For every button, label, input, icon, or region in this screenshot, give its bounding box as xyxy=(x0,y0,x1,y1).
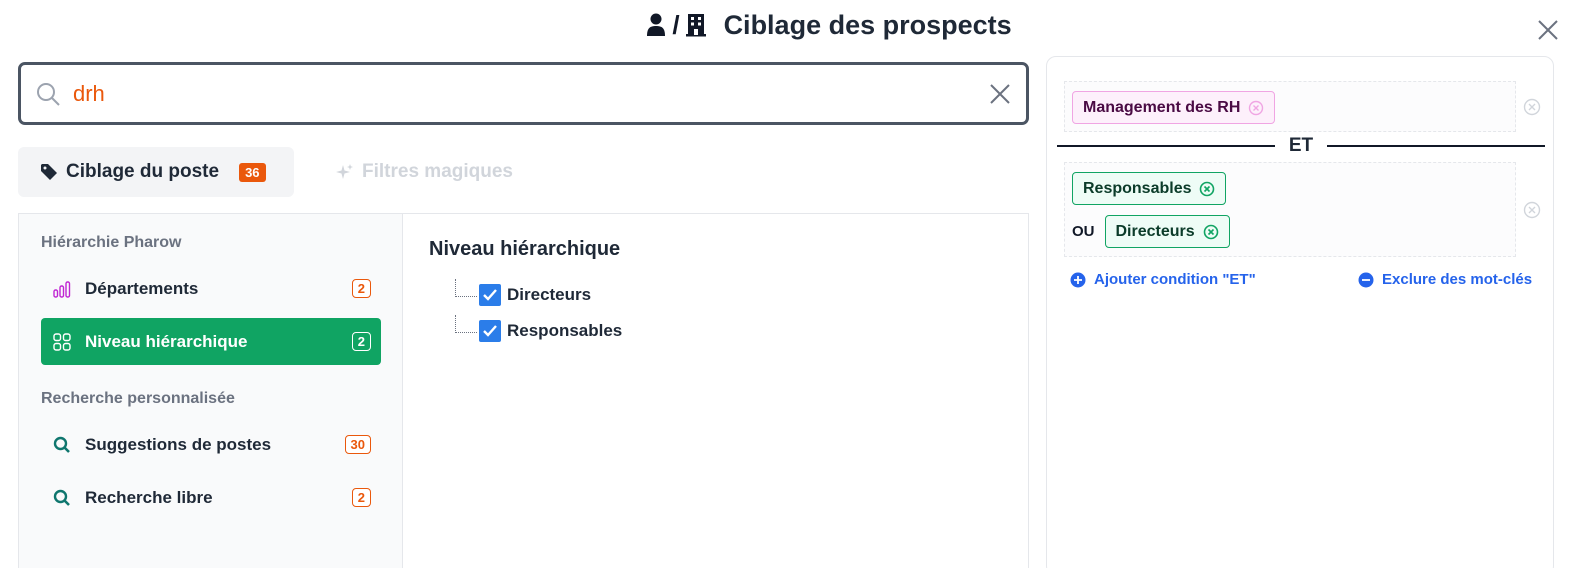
bar-chart-icon xyxy=(53,280,71,298)
minus-circle-icon xyxy=(1358,272,1374,287)
chip-label: Directeurs xyxy=(1115,222,1195,240)
exclude-keywords-link[interactable]: Exclure des mot-clés xyxy=(1358,271,1532,288)
count-badge: 2 xyxy=(351,332,371,351)
sidebar-item-suggestions[interactable]: Suggestions de postes 30 xyxy=(41,421,381,468)
sidebar-item-label: Niveau hiérarchique xyxy=(85,331,248,351)
page-title: Ciblage des prospects xyxy=(723,9,1012,40)
content-area: Niveau hiérarchique Directeurs Responsab… xyxy=(403,214,1028,568)
tree-option-directeurs: Directeurs xyxy=(455,279,592,306)
tab-filtres-magiques[interactable]: Filtres magiques xyxy=(336,147,513,197)
option-label: Directeurs xyxy=(507,285,592,304)
checkbox-responsables[interactable] xyxy=(479,320,501,342)
and-divider: ET xyxy=(1057,135,1545,157)
filter-panel: Hiérarchie Pharow Départements 2 Niveau … xyxy=(18,213,1029,568)
link-label: Ajouter condition "ET" xyxy=(1094,271,1256,288)
tree-option-responsables: Responsables xyxy=(455,315,623,342)
and-label: ET xyxy=(1288,135,1314,156)
chip-label: Responsables xyxy=(1083,179,1192,197)
criteria-panel: Management des RH ET Responsables OU Dir… xyxy=(1046,56,1554,568)
or-label: OU xyxy=(1072,223,1095,240)
remove-chip-icon[interactable] xyxy=(1248,100,1264,116)
check-icon xyxy=(483,289,497,301)
tree-connector xyxy=(455,315,477,333)
tab-count-badge: 36 xyxy=(239,162,266,182)
chip-label: Management des RH xyxy=(1083,98,1241,116)
sidebar-item-niveau-hierarchique[interactable]: Niveau hiérarchique 2 xyxy=(41,318,381,365)
option-label: Responsables xyxy=(507,321,623,340)
sidebar: Hiérarchie Pharow Départements 2 Niveau … xyxy=(19,214,403,568)
grid-icon xyxy=(53,332,71,351)
keyword-chip: Management des RH xyxy=(1072,91,1276,124)
count-badge: 30 xyxy=(344,435,371,454)
chip-row: OU Directeurs xyxy=(1072,215,1508,248)
tag-icon xyxy=(41,164,57,180)
sidebar-item-departements[interactable]: Départements 2 xyxy=(41,265,381,312)
divider-line xyxy=(1057,145,1275,147)
close-icon[interactable] xyxy=(1536,18,1560,42)
clear-search-icon[interactable] xyxy=(988,82,1012,106)
checkbox-directeurs[interactable] xyxy=(479,284,501,306)
search-input[interactable] xyxy=(73,80,988,107)
add-and-condition-link[interactable]: Ajouter condition "ET" xyxy=(1070,271,1256,288)
count-badge: 2 xyxy=(351,488,371,507)
sidebar-item-recherche-libre[interactable]: Recherche libre 2 xyxy=(41,474,381,521)
search-bar xyxy=(18,62,1029,125)
building-icon xyxy=(685,14,706,37)
remove-group-icon[interactable] xyxy=(1523,201,1541,219)
tab-ciblage-du-poste[interactable]: Ciblage du poste 36 xyxy=(18,147,294,197)
keyword-chip: Directeurs xyxy=(1104,215,1230,248)
condition-group-1: Management des RH xyxy=(1064,81,1541,132)
header-separator: / xyxy=(672,9,680,40)
search-icon xyxy=(53,489,71,507)
tree-connector xyxy=(455,279,477,297)
section-label-recherche: Recherche personnalisée xyxy=(41,390,235,407)
modal-header: / Ciblage des prospects xyxy=(0,0,1588,50)
remove-chip-icon[interactable] xyxy=(1203,224,1219,240)
section-label-hierarchie: Hiérarchie Pharow xyxy=(41,234,182,251)
person-icon xyxy=(647,13,666,36)
tab-label: Filtres magiques xyxy=(362,161,513,182)
sidebar-item-label: Recherche libre xyxy=(85,487,213,507)
search-icon xyxy=(37,82,60,106)
link-label: Exclure des mot-clés xyxy=(1382,271,1533,288)
sidebar-item-label: Départements xyxy=(85,278,199,298)
check-icon xyxy=(483,325,497,337)
tab-label: Ciblage du poste xyxy=(66,161,220,182)
sparkle-icon xyxy=(336,164,353,179)
remove-chip-icon[interactable] xyxy=(1199,181,1215,197)
content-title: Niveau hiérarchique xyxy=(429,238,621,260)
chip-row: Responsables xyxy=(1072,172,1508,205)
header-icons: / xyxy=(646,9,706,41)
plus-circle-icon xyxy=(1070,272,1086,287)
count-badge: 2 xyxy=(351,279,371,298)
condition-group-2: Responsables OU Directeurs xyxy=(1064,162,1541,257)
keyword-chip: Responsables xyxy=(1072,172,1227,205)
remove-group-icon[interactable] xyxy=(1523,98,1541,116)
search-icon xyxy=(53,436,71,454)
sidebar-item-label: Suggestions de postes xyxy=(85,434,272,454)
divider-line xyxy=(1327,145,1545,147)
